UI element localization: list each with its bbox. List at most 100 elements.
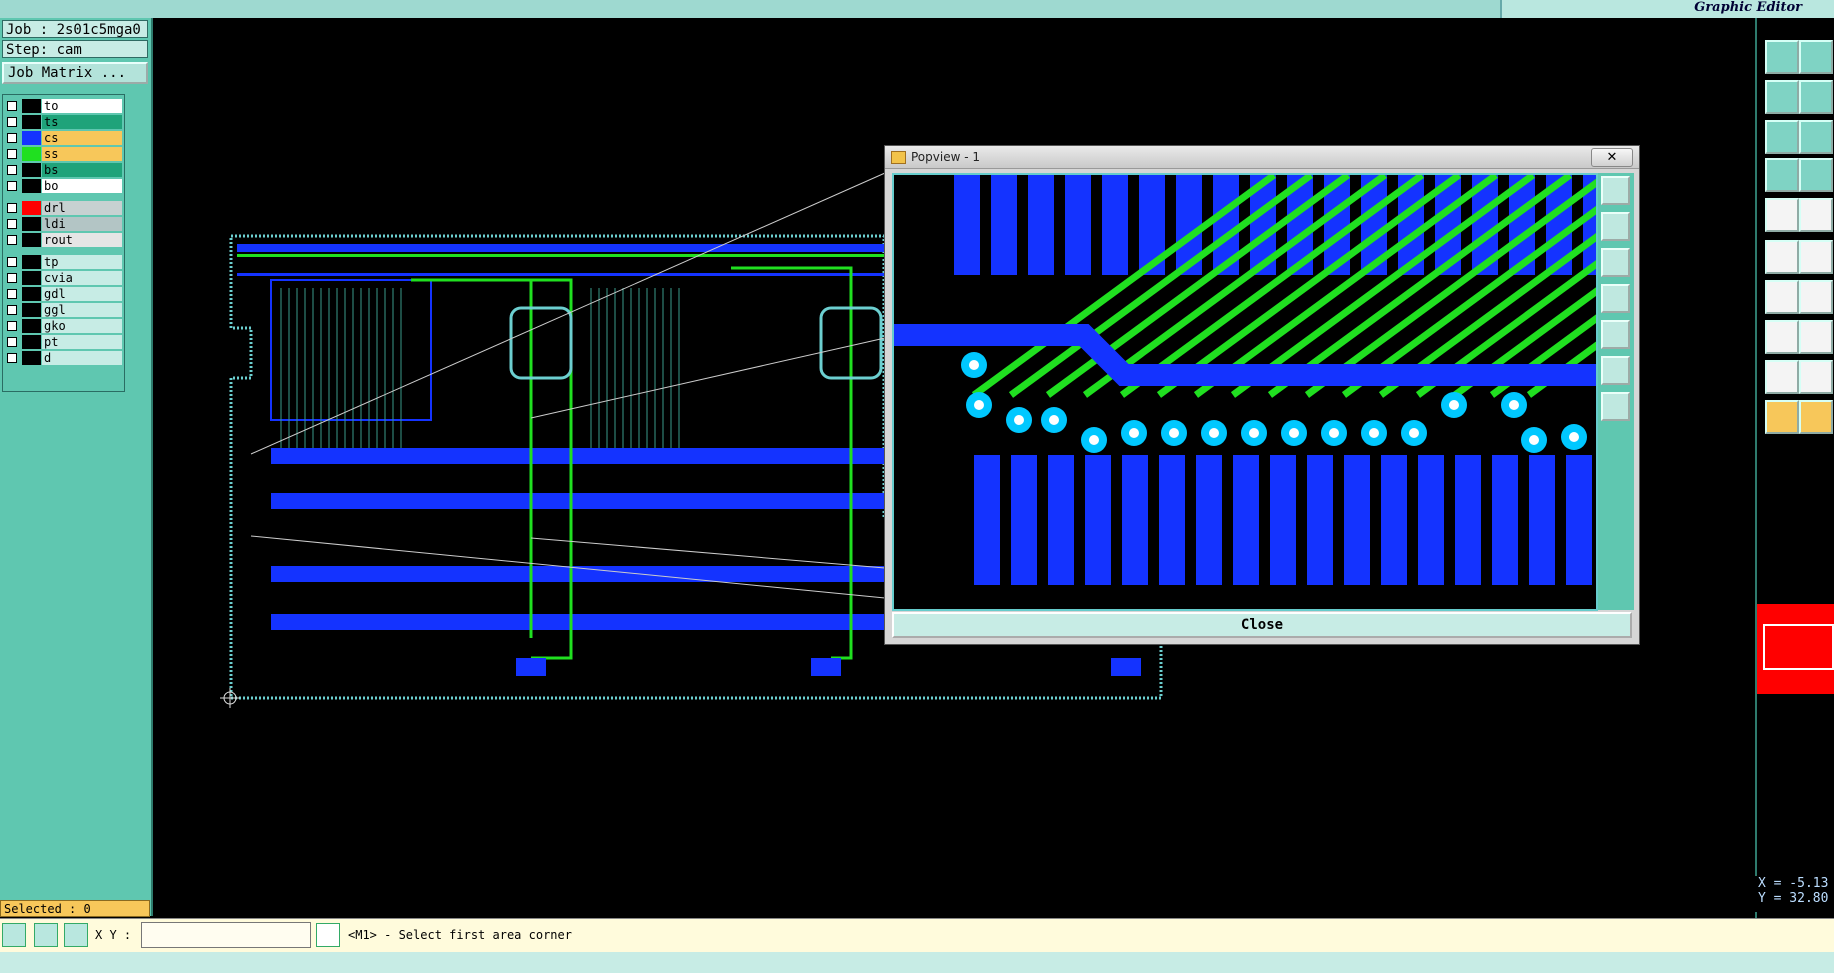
zoomed-traces	[894, 172, 1832, 609]
triangle-red-icon[interactable]	[1765, 360, 1799, 394]
layer-row-cvia[interactable]: cvia	[5, 271, 122, 285]
gold-finger-bottom	[1307, 455, 1333, 585]
line-tool-icon[interactable]	[1799, 320, 1833, 354]
gold-finger-bottom	[1418, 455, 1444, 585]
fit-icon[interactable]	[1601, 356, 1630, 385]
pointer-icon[interactable]	[1765, 400, 1799, 434]
layer-name: gko	[42, 319, 122, 333]
layer-row-gdl[interactable]: gdl	[5, 287, 122, 301]
step-label: Step: cam	[2, 40, 148, 58]
measure-icon[interactable]	[34, 923, 58, 947]
layer-checkbox[interactable]	[7, 273, 17, 283]
layer-left-icon[interactable]	[1765, 80, 1799, 114]
snap-icon[interactable]	[2, 923, 26, 947]
layer-checkbox[interactable]	[7, 117, 17, 127]
layer-row-drl[interactable]: drl	[5, 201, 122, 215]
job-matrix-button[interactable]: Job Matrix ...	[2, 62, 148, 84]
layer-checkbox[interactable]	[7, 101, 17, 111]
layer-color-swatch	[22, 233, 41, 247]
info-icon[interactable]	[316, 923, 340, 947]
layer-color-swatch	[22, 115, 41, 129]
layer-checkbox[interactable]	[7, 235, 17, 245]
triangle-blue-icon[interactable]	[1799, 360, 1833, 394]
coordinate-readout: X = -5.13 Y = 32.80	[1755, 876, 1834, 912]
gold-finger-bottom	[1455, 455, 1481, 585]
zoom-in-icon[interactable]	[1601, 176, 1630, 205]
angle-right-icon[interactable]	[1799, 280, 1833, 314]
feature-select-icon[interactable]	[1765, 320, 1799, 354]
center-icon[interactable]	[1601, 392, 1630, 421]
gold-finger-bottom	[1492, 455, 1518, 585]
layer-down-icon[interactable]	[1799, 40, 1833, 74]
layer-name: drl	[42, 201, 122, 215]
gold-finger-bottom	[1270, 455, 1296, 585]
layer-row-cs[interactable]: cs	[5, 131, 122, 145]
layer-color-swatch	[22, 217, 41, 231]
fill-mode-icon[interactable]	[1765, 198, 1799, 232]
layer-name: ldi	[42, 217, 122, 231]
layer-up-icon[interactable]	[1765, 40, 1799, 74]
layer-name: ggl	[42, 303, 122, 317]
layer-checkbox[interactable]	[7, 219, 17, 229]
layer-name: ss	[42, 147, 122, 161]
layer-checkbox[interactable]	[7, 133, 17, 143]
close-button[interactable]: Close	[892, 612, 1632, 638]
red-line-icon[interactable]	[1799, 198, 1833, 232]
layer-row-bo[interactable]: bo	[5, 179, 122, 193]
gold-finger-top	[954, 175, 980, 275]
settings-icon[interactable]	[1765, 158, 1799, 192]
zoom-center-icon[interactable]	[1799, 120, 1833, 154]
via-hole	[1509, 400, 1519, 410]
layer-left-icon[interactable]	[1601, 284, 1630, 313]
layer-row-pt[interactable]: pt	[5, 335, 122, 349]
layer-checkbox[interactable]	[7, 321, 17, 331]
layer-name: gdl	[42, 287, 122, 301]
layer-checkbox[interactable]	[7, 165, 17, 175]
layer-right-icon[interactable]	[1601, 320, 1630, 349]
layer-row-tp[interactable]: tp	[5, 255, 122, 269]
grid-icon[interactable]	[64, 923, 88, 947]
layer-row-to[interactable]: to	[5, 99, 122, 113]
layer-checkbox[interactable]	[7, 289, 17, 299]
layer-row-ggl[interactable]: ggl	[5, 303, 122, 317]
gold-finger-bottom	[1085, 455, 1111, 585]
layer-checkbox[interactable]	[7, 149, 17, 159]
layer-row-d[interactable]: d	[5, 351, 122, 365]
xy-label: X Y :	[95, 928, 132, 942]
layer-row-rout[interactable]: rout	[5, 233, 122, 247]
layer-checkbox[interactable]	[7, 353, 17, 363]
layer-row-bs[interactable]: bs	[5, 163, 122, 177]
red-indicator	[1757, 604, 1834, 694]
popview-zoom-view[interactable]	[892, 172, 1832, 611]
layer-row-ss[interactable]: ss	[5, 147, 122, 161]
cross-icon[interactable]	[1799, 240, 1833, 274]
gold-finger-bottom	[1011, 455, 1037, 585]
zoom-fit-icon[interactable]	[1765, 120, 1799, 154]
layer-checkbox[interactable]	[7, 203, 17, 213]
via-hole	[1529, 435, 1539, 445]
close-window-icon[interactable]: ✕	[1591, 148, 1633, 167]
via-hole	[1049, 415, 1059, 425]
grid-icon[interactable]	[1799, 158, 1833, 192]
xy-input[interactable]	[141, 922, 311, 948]
pointer-alt-icon[interactable]	[1799, 400, 1833, 434]
layer-down-icon[interactable]	[1601, 248, 1630, 277]
gold-finger-bottom	[1233, 455, 1259, 585]
layer-checkbox[interactable]	[7, 337, 17, 347]
layer-checkbox[interactable]	[7, 181, 17, 191]
layer-row-ldi[interactable]: ldi	[5, 217, 122, 231]
via-hole	[1369, 428, 1379, 438]
popview-titlebar[interactable]: Popview - 1 ✕	[885, 146, 1639, 169]
gold-finger-bottom	[1196, 455, 1222, 585]
layer-row-gko[interactable]: gko	[5, 319, 122, 333]
layer-name: rout	[42, 233, 122, 247]
layer-checkbox[interactable]	[7, 305, 17, 315]
layer-checkbox[interactable]	[7, 257, 17, 267]
layer-up-icon[interactable]	[1601, 212, 1630, 241]
gold-finger-bottom	[1159, 455, 1185, 585]
layer-row-ts[interactable]: ts	[5, 115, 122, 129]
angle-left-icon[interactable]	[1765, 280, 1799, 314]
layer-color-swatch	[22, 201, 41, 215]
layer-right-icon[interactable]	[1799, 80, 1833, 114]
pad-select-icon[interactable]	[1765, 240, 1799, 274]
